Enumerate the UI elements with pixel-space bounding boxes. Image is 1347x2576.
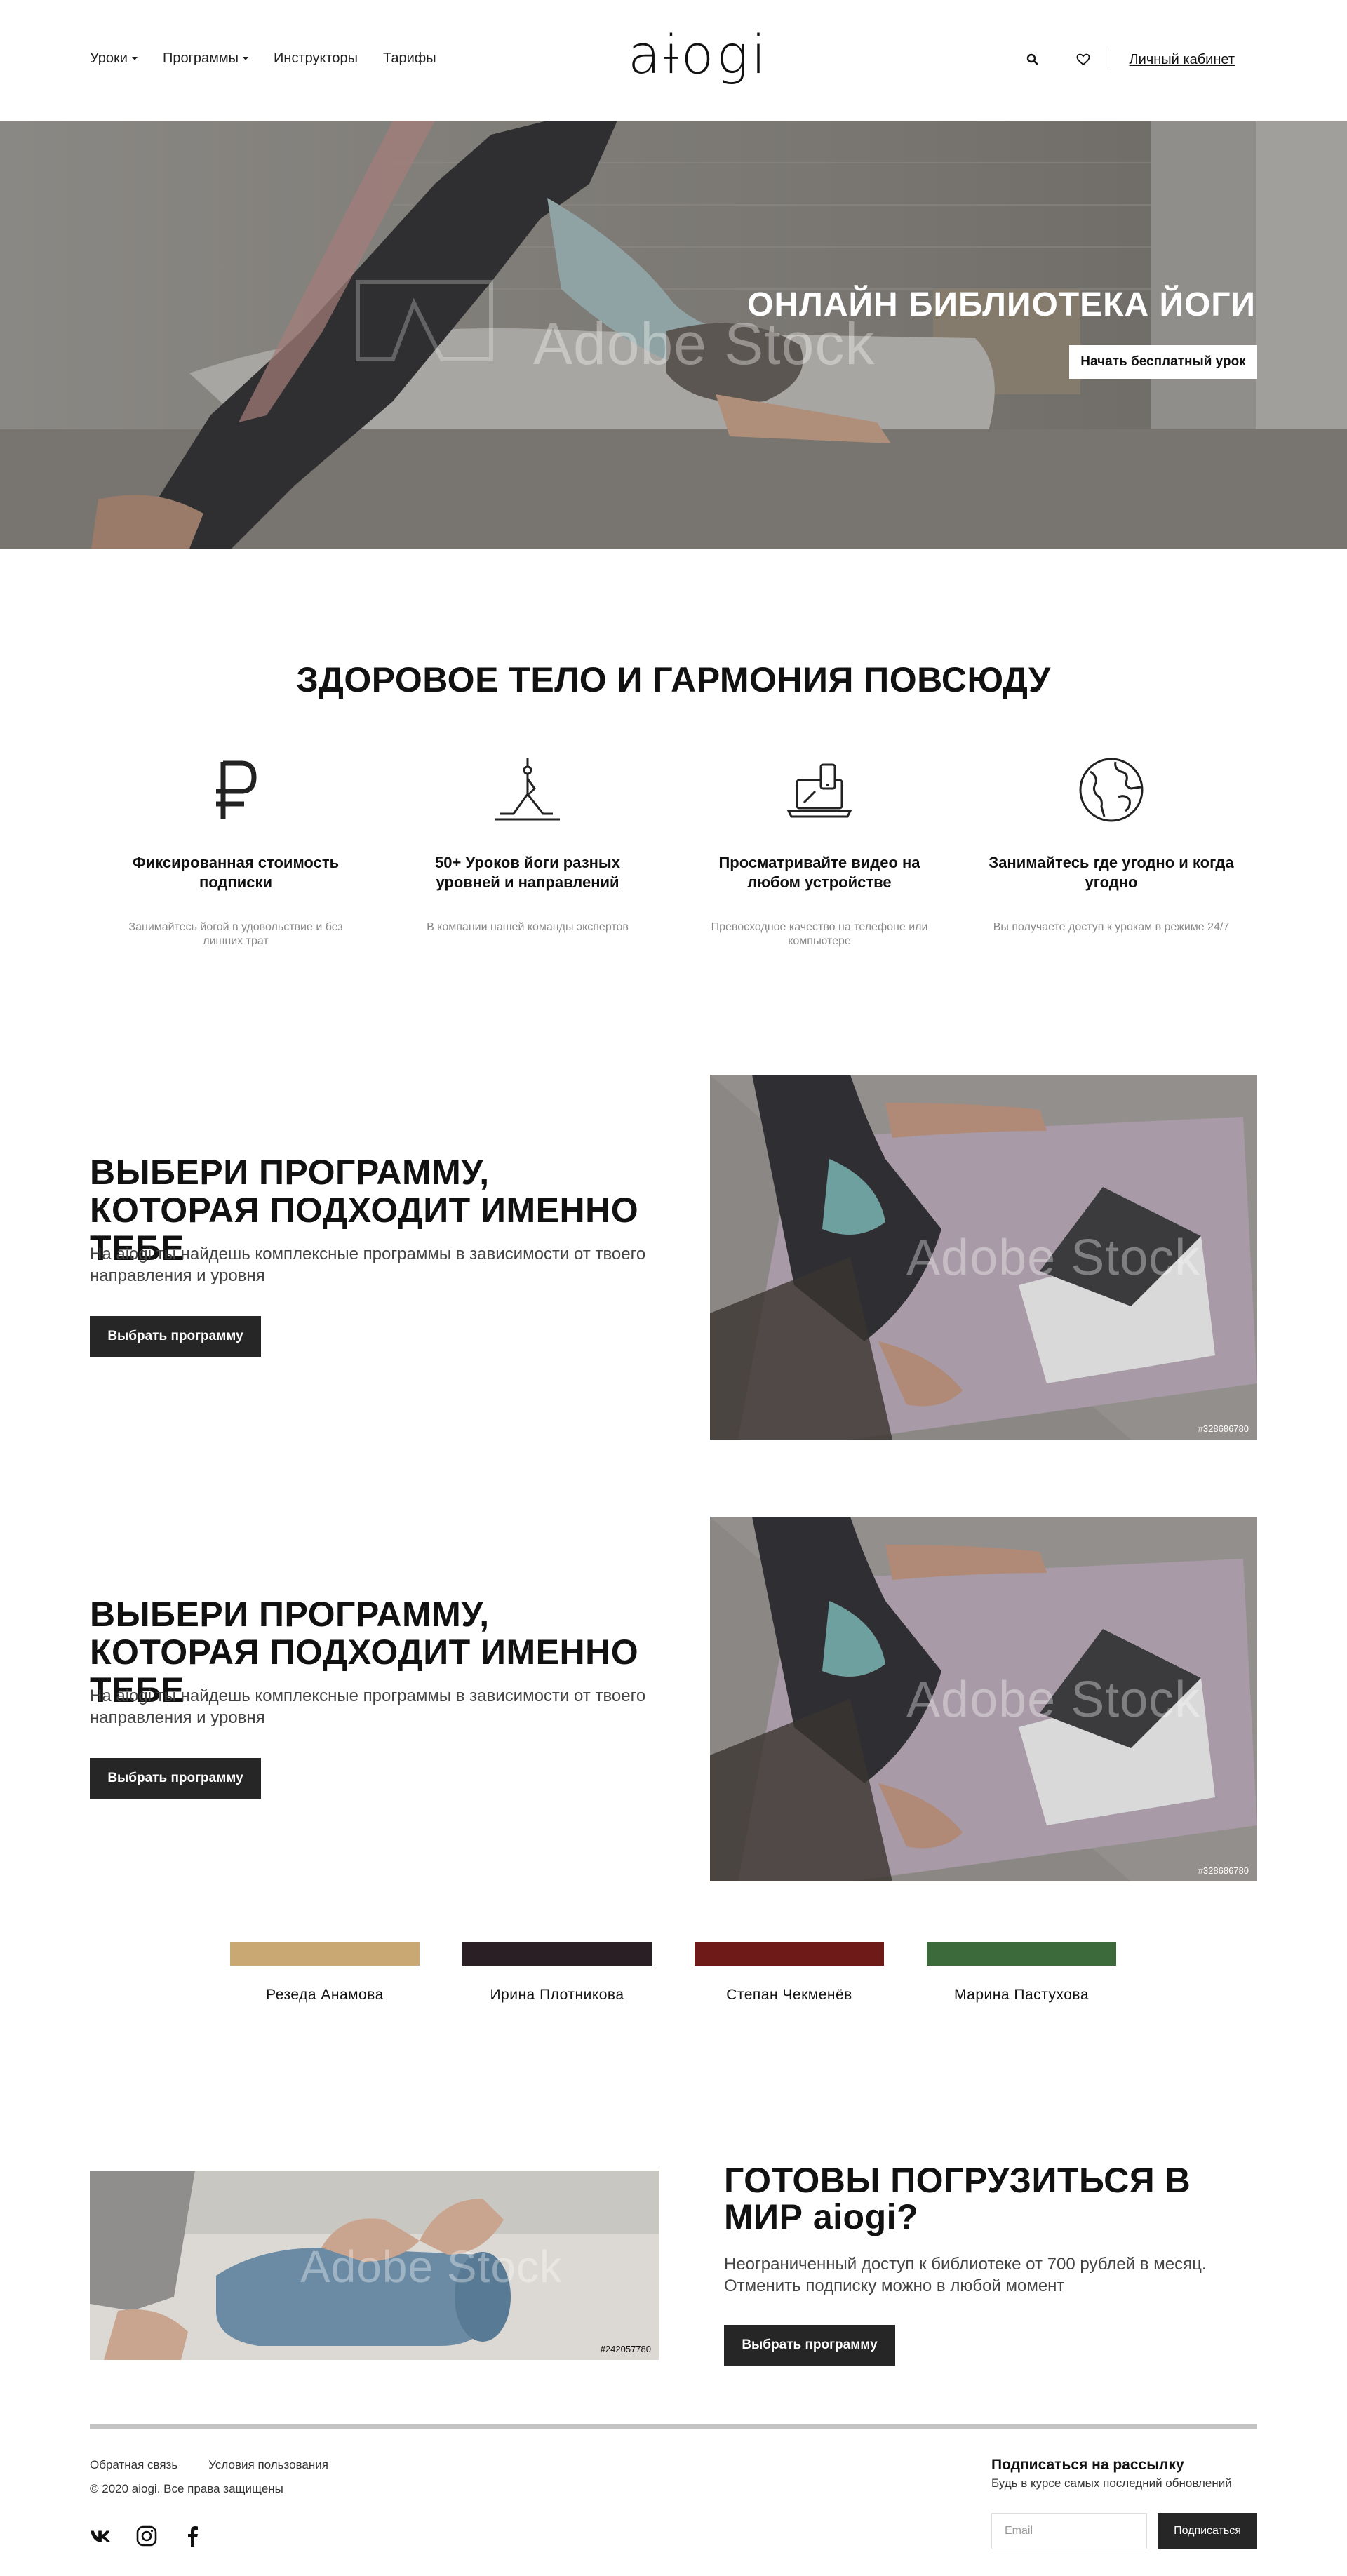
feature-item: Занимайтесь где угодно и когда угодно Вы… — [965, 755, 1257, 948]
instructor-card[interactable]: Степан Чекменёв — [695, 1942, 884, 2004]
program-section: ВЫБЕРИ ПРОГРАММУ, КОТОРАЯ ПОДХОДИТ ИМЕНН… — [90, 1075, 1257, 1440]
copyright: © 2020 aiogi. Все права защищены — [90, 2482, 283, 2495]
cta-description: Неограниченный доступ к библиотеке от 70… — [724, 2255, 1207, 2295]
choose-program-button[interactable]: Выбрать программу — [724, 2325, 895, 2366]
choose-program-button[interactable]: Выбрать программу — [90, 1316, 261, 1357]
nav-item-label: Программы — [162, 51, 239, 66]
instructor-name: Ирина Плотникова — [490, 1987, 624, 2003]
chevron-down-icon — [243, 57, 249, 60]
nav-item-label: Инструкторы — [274, 51, 358, 66]
stock-id: #242057780 — [600, 2344, 651, 2354]
instructors-list: Резеда Анамова Ирина Плотникова Степан Ч… — [230, 1942, 1117, 2004]
watermark-text: Adobe Stock — [300, 2241, 563, 2292]
instagram-icon[interactable] — [136, 2525, 157, 2547]
instructor-name: Степан Чекменёв — [726, 1987, 852, 2003]
features-title: ЗДОРОВОЕ ТЕЛО И ГАРМОНИЯ ПОВСЮДУ — [296, 660, 1051, 699]
features-list: Фиксированная стоимость подписки Занимай… — [90, 755, 1257, 948]
stock-id: #328686780 — [1198, 1423, 1249, 1434]
instructor-photo — [230, 1942, 420, 1966]
header-actions: Личный кабинет — [1024, 49, 1235, 70]
globe-icon — [1076, 755, 1146, 825]
instructor-photo — [695, 1942, 884, 1966]
feature-text: Вы получаете доступ к урокам в режиме 24… — [993, 921, 1230, 933]
subscribe-button[interactable]: Подписаться — [1158, 2513, 1257, 2549]
logo[interactable]: aɨogi — [628, 28, 769, 81]
feature-title: 50+ Уроков йоги разных уровней и направл… — [435, 854, 620, 891]
main-nav: Уроки Программы Инструкторы Тарифы — [90, 51, 436, 67]
instructor-name: Резеда Анамова — [266, 1987, 384, 2003]
feature-text: В компании нашей команды экспертов — [427, 921, 629, 933]
facebook-icon[interactable] — [182, 2525, 203, 2547]
instructor-name: Марина Пастухова — [953, 1987, 1090, 2003]
vk-icon[interactable] — [90, 2525, 111, 2547]
feature-item: Просматривайте видео на любом устройстве… — [674, 755, 965, 948]
nav-item-instructors[interactable]: Инструкторы — [274, 51, 358, 67]
feature-title: Занимайтесь где угодно и когда угодно — [989, 854, 1234, 891]
instructor-photo — [927, 1942, 1116, 1966]
search-icon[interactable] — [1024, 51, 1042, 69]
feature-title: Просматривайте видео на любом устройстве — [718, 854, 920, 891]
ruble-icon — [201, 755, 271, 825]
watermark-text: Adobe Stock — [906, 1230, 1201, 1286]
social-links — [90, 2525, 203, 2547]
instructor-card[interactable]: Ирина Плотникова — [462, 1942, 652, 2004]
heart-icon[interactable] — [1074, 51, 1092, 69]
account-link[interactable]: Личный кабинет — [1130, 52, 1235, 68]
feature-item: 50+ Уроков йоги разных уровней и направл… — [382, 755, 674, 948]
nav-item-programs[interactable]: Программы — [162, 51, 249, 67]
newsletter-title: Подписаться на рассылку — [991, 2457, 1184, 2473]
start-free-lesson-button[interactable]: Начать бесплатный урок — [1069, 345, 1257, 379]
feature-text: Занимайтесь йогой в удовольствие и без л… — [128, 921, 343, 947]
feature-item: Фиксированная стоимость подписки Занимай… — [90, 755, 382, 948]
yoga-pose-icon — [492, 755, 563, 825]
choose-program-button[interactable]: Выбрать программу — [90, 1758, 261, 1799]
instructor-photo — [462, 1942, 652, 1966]
program-description: На aiogi ты найдешь комплексные программ… — [90, 1686, 646, 1727]
hero-banner: Adobe Stock ОНЛАЙН БИБЛИОТЕКА ЙОГИ Начат… — [0, 121, 1347, 549]
program-description: На aiogi ты найдешь комплексные программ… — [90, 1245, 646, 1285]
chevron-down-icon — [131, 57, 138, 60]
hero-title: ОНЛАЙН БИБЛИОТЕКА ЙОГИ — [747, 286, 1256, 323]
instructor-card[interactable]: Марина Пастухова — [927, 1942, 1116, 2004]
stock-id: #328686780 — [1198, 1865, 1249, 1876]
cta-title: ГОТОВЫ ПОГРУЗИТЬСЯ В МИР aiogi? — [724, 2161, 1191, 2236]
watermark-text: Adobe Stock — [906, 1672, 1201, 1728]
footer-divider — [90, 2424, 1257, 2429]
footer-links: Обратная связь Условия пользования — [90, 2458, 328, 2472]
nav-item-lessons[interactable]: Уроки — [90, 51, 138, 67]
newsletter-subtitle: Будь в курсе самых последний обновлений — [991, 2476, 1232, 2490]
program-section: ВЫБЕРИ ПРОГРАММУ, КОТОРАЯ ПОДХОДИТ ИМЕНН… — [90, 1517, 1257, 1881]
devices-icon — [784, 755, 855, 825]
nav-item-pricing[interactable]: Тарифы — [383, 51, 436, 67]
program-image: Adobe Stock #328686780 — [710, 1517, 1257, 1881]
feedback-link[interactable]: Обратная связь — [90, 2458, 177, 2472]
nav-item-label: Уроки — [90, 51, 128, 66]
feature-text: Превосходное качество на телефоне или ко… — [711, 921, 928, 947]
email-field[interactable] — [991, 2513, 1147, 2549]
terms-link[interactable]: Условия пользования — [208, 2458, 328, 2472]
program-image: Adobe Stock #328686780 — [710, 1075, 1257, 1440]
instructor-card[interactable]: Резеда Анамова — [230, 1942, 420, 2004]
program-text: ВЫБЕРИ ПРОГРАММУ, КОТОРАЯ ПОДХОДИТ ИМЕНН… — [90, 1075, 693, 1440]
program-text: ВЫБЕРИ ПРОГРАММУ, КОТОРАЯ ПОДХОДИТ ИМЕНН… — [90, 1517, 693, 1881]
nav-item-label: Тарифы — [383, 51, 436, 66]
feature-title: Фиксированная стоимость подписки — [132, 854, 340, 891]
cta-image: Adobe Stock #242057780 — [90, 2171, 659, 2360]
site-header: Уроки Программы Инструкторы Тарифы aɨogi… — [0, 0, 1347, 121]
